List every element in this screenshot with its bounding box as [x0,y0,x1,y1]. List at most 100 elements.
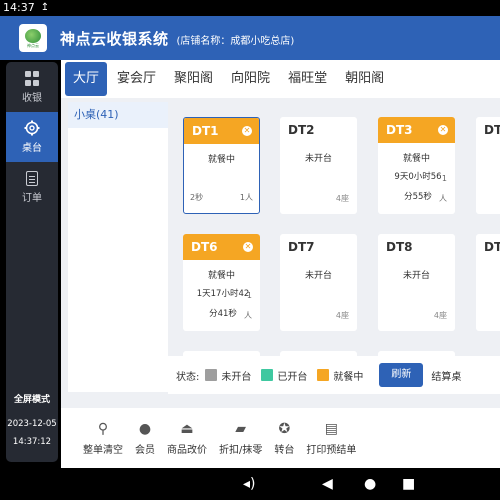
main-area: 大厅 宴会厅 聚阳阁 向阳院 福旺堂 朝阳阁 小桌(41) DT1 ✕ 就餐中 2… [61,60,500,468]
table-seats: 4座 [335,194,349,203]
recents-icon[interactable]: ■ [402,475,415,493]
sidebar: 收银 桌台 订单 全屏模式 2023-12-05 14:37:12 [6,62,58,462]
table-name: DT8 [386,240,413,254]
table-seats: 4座 [433,311,447,320]
legend-label: 状态: [176,371,200,383]
tool-label: 折扣/抹零 [219,444,263,456]
home-icon[interactable]: ● [364,475,376,493]
table-people-unit: 人 [244,311,252,320]
logo-text: 神点云 [27,42,39,48]
close-icon[interactable]: ✕ [438,125,448,135]
legend-swatch [205,369,218,381]
clear-order-button[interactable]: ⚲ 整单清空 [77,421,129,456]
clock: 14:37 [3,1,35,14]
sidebar-item-label: 收银 [22,93,42,104]
app-title: 神点云收银系统 [60,29,169,48]
sidebar-time: 14:37:12 [12,437,52,447]
broom-icon: ⚲ [97,420,109,437]
app-logo: 神点云 [19,24,47,52]
refresh-button[interactable]: 刷新 [379,363,424,387]
table-card-dt3[interactable]: DT3 ✕ 就餐中 9天0小时56 分55秒 1人 [378,117,455,214]
wallet-icon: ▰ [235,420,247,437]
table-name: DT9 [484,240,500,254]
tool-label: 打印预结单 [306,444,357,456]
table-people-count: 1 [441,174,447,183]
table-name: DT7 [288,240,315,254]
gear-icon [24,120,40,136]
close-icon[interactable]: ✕ [243,242,253,252]
table-name: DT6 [191,240,218,254]
member-button[interactable]: ● 会员 [129,421,161,456]
change-price-button[interactable]: ⏏ 商品改价 [161,421,213,456]
legend-item-label: 就餐中 [333,371,364,383]
stamp-icon: ⏏ [180,420,194,437]
table-duration: 2秒 [190,193,204,202]
legend-item-idle: 未开台 [205,368,251,383]
settle-table-button[interactable]: 结算桌 [431,368,461,383]
legend-item-dining: 就餐中 [317,368,363,383]
table-card-dt1[interactable]: DT1 ✕ 就餐中 2秒 1人 [183,117,260,214]
person-icon: ● [138,420,152,437]
back-icon[interactable]: ◀ [322,475,333,493]
tab-chaoyang[interactable]: 朝阳阁 [337,62,392,96]
table-status: 未开台 [304,271,332,281]
bottom-toolbar: ⚲ 整单清空 ● 会员 ⏏ 商品改价 ▰ 折扣/抹零 ✪ 转台 ▤ 打印预结单 [61,408,500,468]
table-card-dt7[interactable]: DT7 未开台 4座 [280,234,357,331]
table-card-dt6[interactable]: DT6 ✕ 就餐中 1天17小时42 分41秒 1人 [183,234,260,331]
store-name: (店铺名称：成都小吃总店) [176,36,295,47]
sidebar-item-tables[interactable]: 桌台 [6,112,58,162]
table-name: DT3 [386,123,413,137]
tab-fuwang[interactable]: 福旺堂 [280,62,335,96]
transfer-table-button[interactable]: ✪ 转台 [268,421,300,456]
table-people-unit: 人 [439,194,447,203]
app-header: 神点云 神点云收银系统 (店铺名称：成都小吃总店) [0,16,500,60]
legend-swatch [261,369,274,381]
tool-label: 会员 [135,444,155,456]
sidebar-item-label: 订单 [22,193,42,204]
print-prebill-button[interactable]: ▤ 打印预结单 [300,421,362,456]
download-arrow-icon: ↥ [40,2,50,13]
table-card-dt9[interactable]: DT9 [476,234,500,331]
close-icon[interactable]: ✕ [242,126,252,136]
sidebar-item-label: 桌台 [22,143,42,154]
table-status: 就餐中 [207,155,235,165]
category-panel: 小桌(41) [68,102,168,392]
legend-swatch [317,369,330,381]
table-status: 就餐中 [402,154,430,164]
grid-icon [24,70,40,86]
discount-button[interactable]: ▰ 折扣/抹零 [213,421,268,456]
table-seats: 4座 [335,311,349,320]
category-small-table[interactable]: 小桌(41) [68,102,168,128]
clipboard-icon: ▤ [324,420,338,437]
tab-xiangyang[interactable]: 向阳院 [223,62,278,96]
tab-banquet[interactable]: 宴会厅 [109,62,164,96]
volume-icon[interactable]: ◂) [243,475,256,493]
table-card-dt8[interactable]: DT8 未开台 4座 [378,234,455,331]
tab-hall[interactable]: 大厅 [65,62,108,96]
room-tabs: 大厅 宴会厅 聚阳阁 向阳院 福旺堂 朝阳阁 [61,60,500,98]
document-icon [26,170,38,186]
fullscreen-toggle[interactable]: 全屏模式 [6,392,58,405]
table-card-dt4[interactable]: DT4 [476,117,500,214]
sidebar-item-cashier[interactable]: 收银 [6,62,58,112]
table-people: 1人 [239,193,253,202]
table-card-dt2[interactable]: DT2 未开台 4座 [280,117,357,214]
tab-juyang[interactable]: 聚阳阁 [166,62,221,96]
table-name: DT1 [192,124,219,138]
transfer-icon: ✪ [278,420,291,437]
legend-item-label: 已开台 [277,371,308,383]
legend-item-label: 未开台 [221,371,252,383]
table-people-count: 1 [246,291,252,300]
legend-item-open: 已开台 [261,368,307,383]
tool-label: 转台 [274,444,295,456]
table-status: 未开台 [402,271,430,281]
table-status: 未开台 [304,154,332,164]
system-nav-bar: ◂) ◀ ● ■ [0,468,500,500]
leaf-icon [25,28,41,43]
sidebar-item-orders[interactable]: 订单 [6,162,58,212]
table-status: 就餐中 [207,271,235,281]
status-bar: 14:37 ↥ [0,0,500,16]
tool-label: 商品改价 [167,444,207,456]
tool-label: 整单清空 [83,444,123,456]
sidebar-date: 2023-12-05 [7,419,57,429]
